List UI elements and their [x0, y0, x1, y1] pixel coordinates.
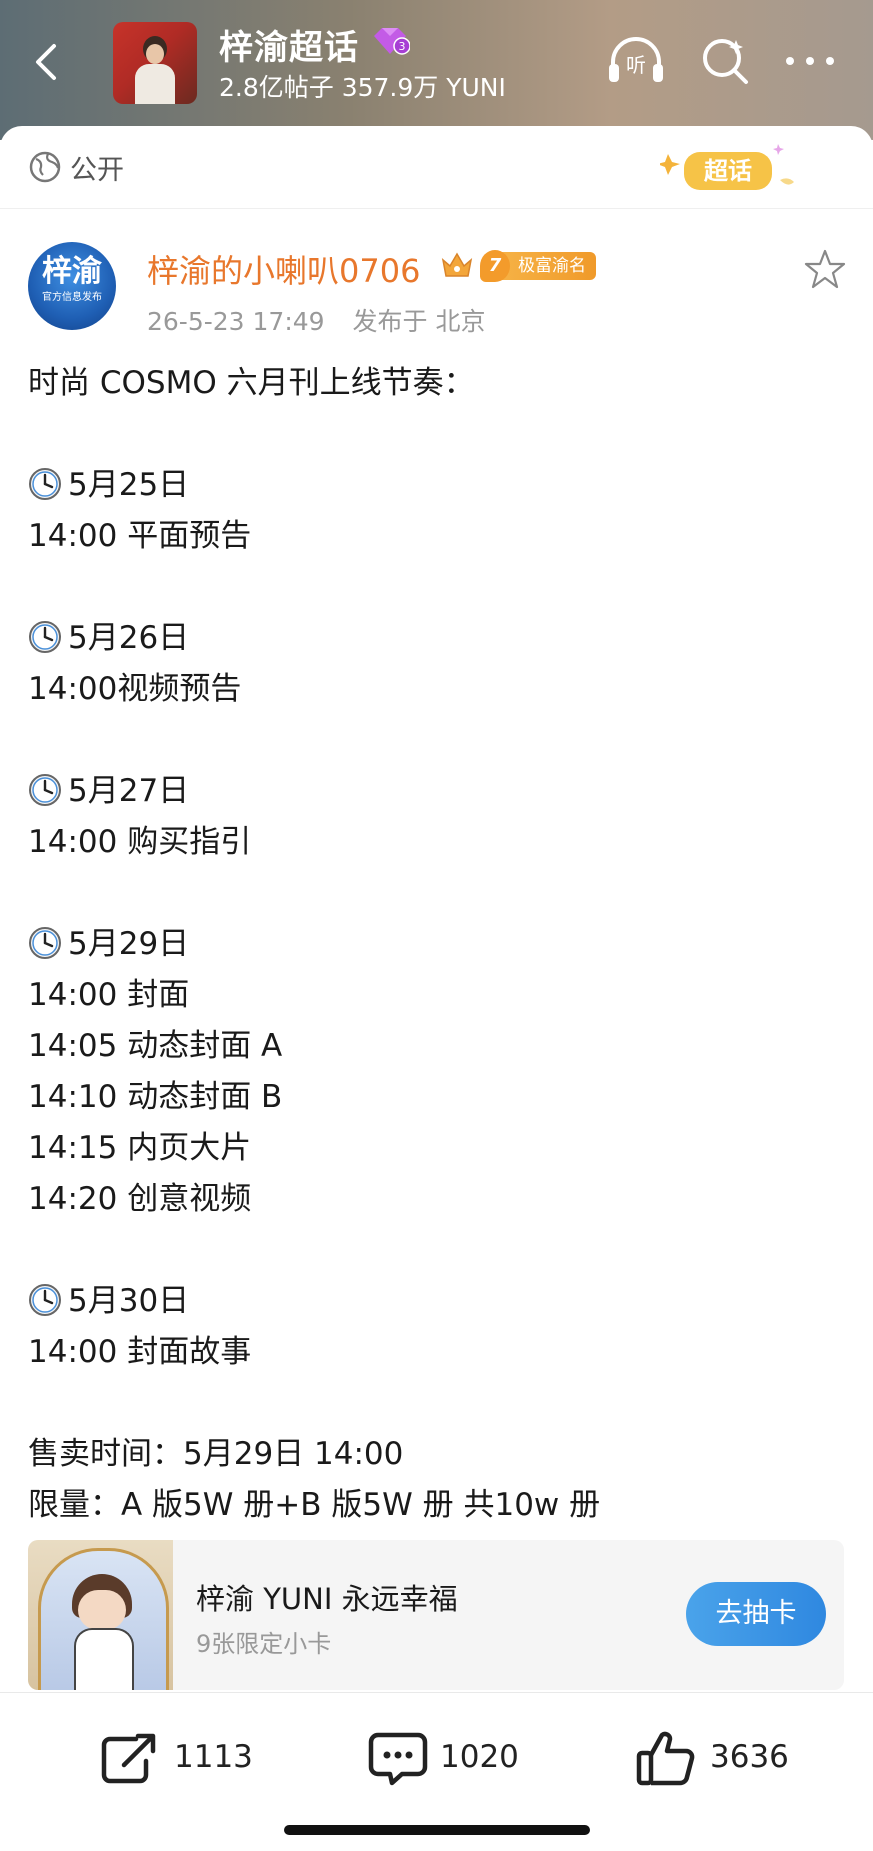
like-icon: [636, 1731, 695, 1786]
post-line: 时尚 COSMO 六月刊上线节奏：: [28, 358, 848, 409]
visibility-label: 公开: [70, 155, 124, 186]
share-button[interactable]: 1113: [100, 1727, 280, 1791]
line-text: 售卖时间：5月29日 14:00: [28, 1436, 404, 1472]
comment-icon: [368, 1732, 428, 1786]
clock-icon: [28, 925, 62, 959]
topic-avatar[interactable]: [113, 22, 197, 104]
line-text: 5月27日: [68, 773, 190, 809]
line-text: 5月26日: [68, 620, 190, 656]
card-image: [28, 1540, 173, 1690]
globe-icon: [29, 151, 61, 183]
comment-count: 1020: [440, 1739, 519, 1775]
line-text: 5月25日: [68, 467, 190, 503]
share-count: 1113: [174, 1739, 253, 1775]
line-text: 14:15 内页大片: [28, 1130, 252, 1166]
post-line: 14:20 创意视频: [28, 1174, 848, 1225]
share-icon: [101, 1733, 156, 1784]
fan-level-badge: 7 极富渝名: [480, 250, 596, 282]
line-text: 14:00 封面故事: [28, 1334, 252, 1370]
line-text: 14:00视频预告: [28, 671, 242, 707]
star-icon[interactable]: [804, 248, 846, 290]
crown-icon: [441, 252, 473, 277]
line-text: 14:00 平面预告: [28, 518, 252, 554]
post-line: 14:00 平面预告: [28, 511, 848, 562]
clock-icon: [28, 772, 62, 806]
card-subtitle: 9张限定小卡: [196, 1630, 332, 1658]
author-name[interactable]: 梓渝的小喇叭0706: [147, 246, 420, 292]
post-content: 时尚 COSMO 六月刊上线节奏： 5月25日 14:00 平面预告 5月26日 14:…: [28, 358, 848, 1531]
line-text: 14:00 购买指引: [28, 824, 252, 860]
chaohua-logo: 超话: [660, 144, 794, 190]
listen-icon[interactable]: 听: [605, 36, 667, 86]
svg-text:3: 3: [399, 40, 406, 53]
post-time: 26-5-23 17:49: [147, 307, 325, 336]
diamond-level-icon: 3: [374, 28, 410, 55]
line-text: 14:20 创意视频: [28, 1181, 252, 1217]
visibility-bar: 公开 超话: [0, 126, 873, 209]
line-text: 14:00 封面: [28, 977, 190, 1013]
topic-title: 梓渝超话: [219, 28, 359, 68]
date-heading: 5月30日: [28, 1276, 848, 1327]
date-heading: 5月27日: [28, 766, 848, 817]
date-heading: 5月26日: [28, 613, 848, 664]
clock-icon: [28, 619, 62, 653]
date-heading: 5月29日: [28, 919, 848, 970]
lottery-card[interactable]: 梓渝 YUNI 永远幸福 9张限定小卡 去抽卡: [28, 1540, 844, 1690]
line-text: 5月30日: [68, 1283, 190, 1319]
clock-icon: [28, 466, 62, 500]
post-line: 14:00 封面故事: [28, 1327, 848, 1378]
post-line: 14:05 动态封面 A: [28, 1021, 848, 1072]
post-line: 14:00视频预告: [28, 664, 848, 715]
post-meta: 26-5-23 17:49 发布于 北京: [147, 302, 485, 338]
line-text: 时尚 COSMO 六月刊上线节奏：: [28, 365, 475, 401]
date-heading: 5月25日: [28, 460, 848, 511]
topic-header: 梓渝超话 3 2.8亿帖子 357.9万 YUNI 听: [0, 0, 873, 140]
back-icon[interactable]: [26, 40, 70, 84]
draw-card-button[interactable]: 去抽卡: [686, 1582, 826, 1646]
clock-icon: [28, 1282, 62, 1316]
post-location: 发布于 北京: [352, 307, 486, 336]
line-text: 14:05 动态封面 A: [28, 1028, 283, 1064]
post-line: 14:00 购买指引: [28, 817, 848, 868]
home-indicator[interactable]: [284, 1825, 590, 1835]
author-avatar[interactable]: 梓渝 官方信息发布: [28, 242, 116, 330]
svg-text:听: 听: [626, 53, 646, 77]
comment-button[interactable]: 1020: [368, 1727, 548, 1791]
like-count: 3636: [710, 1739, 789, 1775]
line-text: 14:10 动态封面 B: [28, 1079, 283, 1115]
svg-text:超话: 超话: [704, 157, 752, 185]
post-line: 14:15 内页大片: [28, 1123, 848, 1174]
post-line: 售卖时间：5月29日 14:00: [28, 1429, 848, 1480]
like-button[interactable]: 3636: [636, 1727, 816, 1791]
line-text: 限量：A 版5W 册+B 版5W 册 共10w 册: [28, 1487, 601, 1523]
card-title: 梓渝 YUNI 永远幸福: [196, 1582, 458, 1616]
topic-stats: 2.8亿帖子 357.9万 YUNI: [219, 73, 506, 102]
post-line: 限量：A 版5W 册+B 版5W 册 共10w 册: [28, 1480, 848, 1531]
post-line: 14:10 动态封面 B: [28, 1072, 848, 1123]
line-text: 5月29日: [68, 926, 190, 962]
post-line: 14:00 封面: [28, 970, 848, 1021]
more-icon[interactable]: [784, 50, 836, 72]
search-icon[interactable]: [700, 36, 750, 86]
